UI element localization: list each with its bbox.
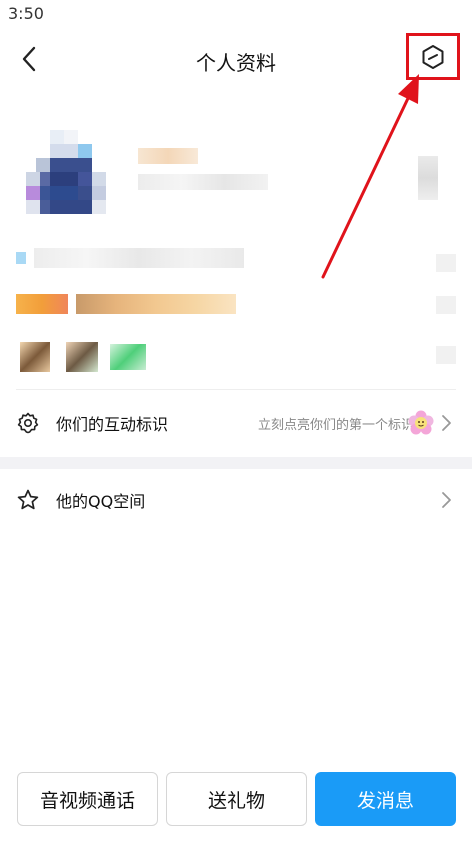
send-gift-button[interactable]: 送礼物 — [166, 772, 307, 826]
interaction-marks-row[interactable]: 你们的互动标识 立刻点亮你们的第一个标识 — [0, 392, 472, 454]
profile-side-placeholder — [418, 156, 438, 200]
info-row-tags — [16, 292, 456, 322]
gear-badge-icon — [16, 411, 40, 435]
info-row-basic — [16, 242, 456, 272]
status-time: 3:50 — [8, 4, 44, 23]
qzone-row[interactable]: 他的QQ空间 — [0, 469, 472, 531]
star-icon — [16, 488, 40, 512]
qzone-label: 他的QQ空间 — [56, 492, 146, 511]
hexagon-slash-icon — [422, 44, 444, 69]
status-bar: 3:50 — [0, 0, 472, 30]
divider — [16, 389, 456, 390]
send-message-button[interactable]: 发消息 — [315, 772, 456, 826]
interaction-marks-label: 你们的互动标识 — [56, 415, 169, 434]
bottom-action-bar: 音视频通话 送礼物 发消息 — [0, 772, 472, 828]
section-gap — [0, 457, 472, 469]
name-placeholder — [138, 148, 198, 164]
id-placeholder — [138, 174, 268, 190]
nav-bar: 个人资料 — [0, 30, 472, 88]
interaction-marks-hint: 立刻点亮你们的第一个标识 — [257, 417, 414, 433]
chevron-right-icon — [442, 492, 451, 508]
info-row-medals — [16, 340, 456, 372]
settings-button[interactable] — [406, 33, 460, 80]
chevron-right-icon — [442, 415, 451, 431]
flower-badge-icon — [408, 410, 434, 435]
avatar[interactable] — [26, 130, 108, 216]
av-call-button[interactable]: 音视频通话 — [17, 772, 158, 826]
profile-header — [0, 110, 472, 220]
page-title: 个人资料 — [196, 51, 276, 75]
